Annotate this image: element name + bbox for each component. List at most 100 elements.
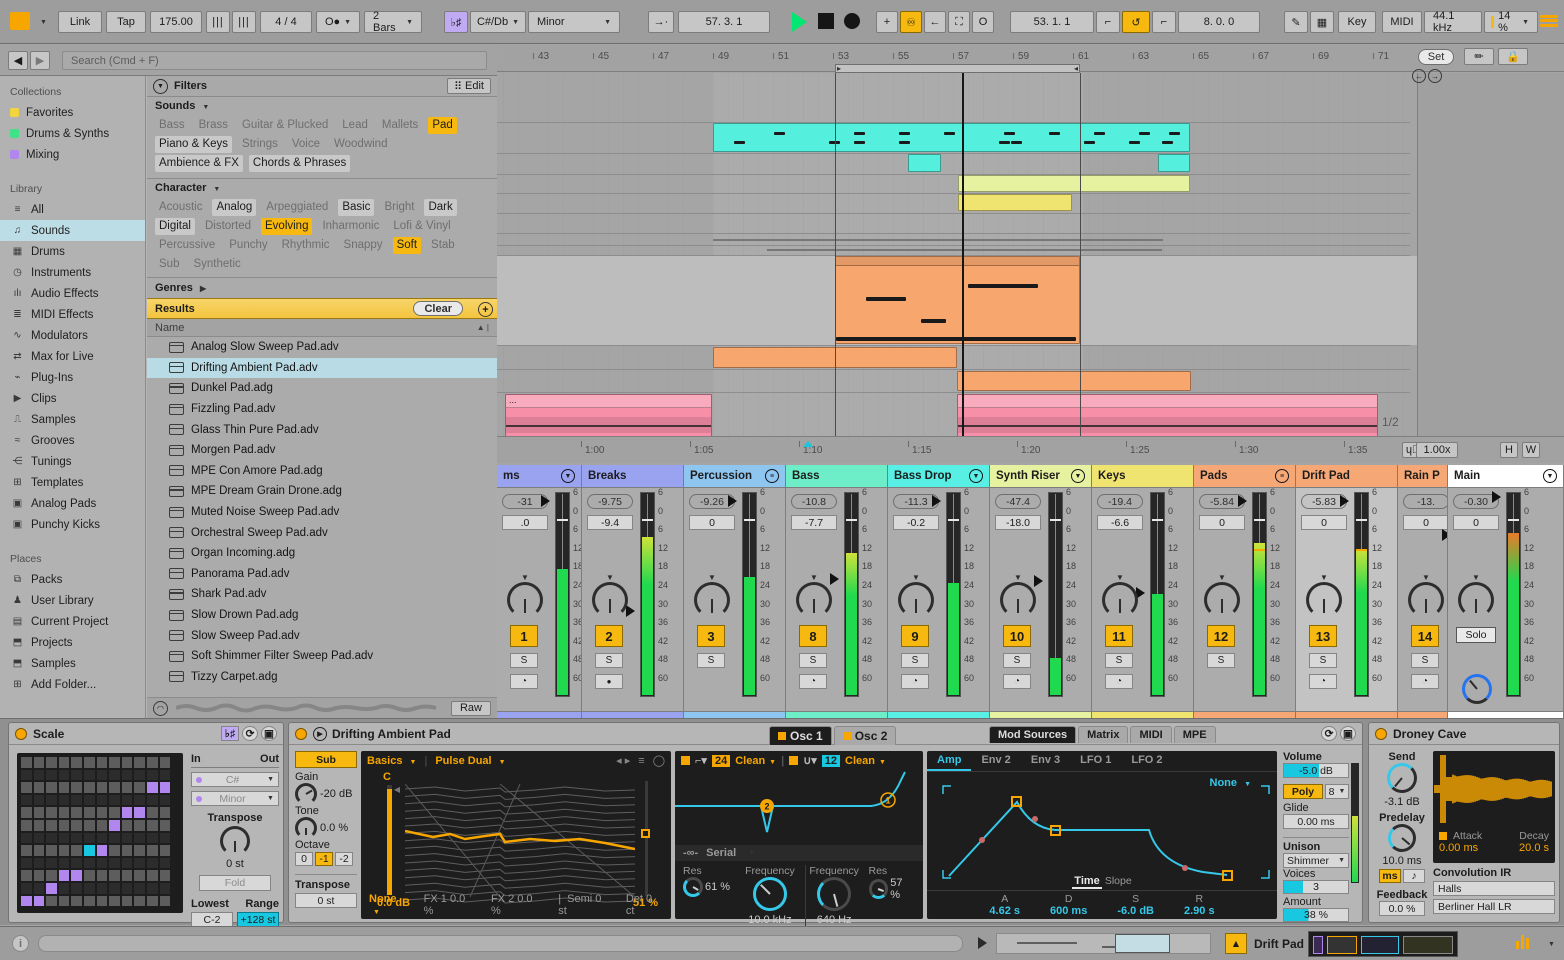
scale-grid-cell-active[interactable] (58, 870, 70, 881)
scale-fold-button[interactable]: Fold (199, 875, 271, 891)
character-filter-tag[interactable]: Punchy (225, 237, 271, 254)
device-chain-minimap[interactable] (1308, 931, 1458, 957)
scale-grid-cell[interactable] (121, 845, 133, 856)
filter2-on-toggle[interactable] (789, 756, 799, 765)
track-number-button[interactable]: 9 (901, 625, 929, 647)
channel-header[interactable]: Rain P (1398, 465, 1447, 488)
sounds-filter-tag[interactable]: Lead (338, 117, 372, 134)
scale-grid-cell-active[interactable] (33, 895, 45, 907)
channel-fold-icon[interactable]: ▼ (561, 469, 575, 483)
filter2-freq-knob[interactable] (817, 877, 852, 911)
channel-fader-value[interactable]: 0 (1199, 515, 1245, 530)
wt-fx2-value[interactable]: FX 2 0.0 % (491, 893, 544, 917)
character-filter-tag[interactable]: Sub (155, 256, 183, 273)
adsr-param-value[interactable]: 600 ms (1050, 905, 1087, 917)
channel-meter[interactable] (1048, 492, 1063, 697)
midi-map-button[interactable]: MIDI (1382, 11, 1422, 33)
mixer-channel-percussion[interactable]: Percussion ≡ -9.26 0 6 0 6 12 18 24 30 36 42 48 60 ▼ 3 S (684, 465, 786, 718)
mixer-channel-rain-p[interactable]: Rain P-13.06061218243036424860▼14S◔ (1398, 465, 1448, 718)
adsr-param-value[interactable]: 4.62 s (989, 905, 1020, 917)
browser-result-item[interactable]: MPE Con Amore Pad.adg (147, 461, 497, 482)
scale-grid-cell[interactable] (134, 794, 145, 806)
gain-value[interactable]: -20 dB (320, 788, 352, 800)
browser-result-item[interactable]: Shark Pad.adv (147, 584, 497, 605)
sounds-filter-tag[interactable]: Mallets (378, 117, 422, 134)
predelay-sync-button[interactable]: ♪ (1403, 869, 1425, 883)
scale-grid-cell[interactable] (21, 794, 32, 806)
scale-grid-cell[interactable] (71, 883, 82, 894)
track-number-button[interactable]: 12 (1207, 625, 1235, 647)
browser-result-item[interactable]: MPE Dream Grain Drone.adg (147, 481, 497, 502)
channel-meter[interactable] (1354, 492, 1369, 697)
scale-grid-cell[interactable] (84, 807, 95, 818)
scale-grid-cell[interactable] (159, 845, 171, 856)
wt-circle-icon[interactable]: ◯ (653, 754, 665, 767)
sidebar-place-current-project[interactable]: ▤ Current Project (0, 611, 145, 632)
scale-grid-cell[interactable] (109, 807, 120, 818)
arrangement-clip[interactable]: ... (505, 394, 712, 440)
scale-grid-cell[interactable] (147, 895, 158, 907)
tab-osc1[interactable]: Osc 1 (769, 726, 832, 745)
genres-filter-heading[interactable]: Genres ▶ (147, 277, 497, 298)
scale-grid-cell[interactable] (121, 857, 133, 869)
scale-grid-cell[interactable] (147, 807, 158, 818)
channel-meter[interactable] (946, 492, 961, 697)
scale-grid-cell[interactable] (84, 794, 95, 806)
fader-handle[interactable] (626, 605, 635, 617)
scale-grid[interactable] (17, 753, 183, 913)
scale-transpose-knob[interactable] (220, 826, 250, 856)
scale-grid-cell-active[interactable] (21, 895, 32, 907)
sidebar-item-analog-pads[interactable]: ▣ Analog Pads (0, 493, 145, 514)
env-tab-env-[interactable]: Env 2 (971, 751, 1020, 771)
time-ruler[interactable]: ɥ⃒ 1.00x H W 1:00 1:05 1:10 1:15 1:20 1:25 1:3… (497, 436, 1564, 463)
pan-knob[interactable] (1408, 582, 1444, 618)
scale-grid-cell[interactable] (21, 870, 32, 881)
env-mod-target-menu[interactable]: None ▼ (1210, 777, 1252, 789)
scale-grid-cell[interactable] (96, 782, 108, 793)
device-tab-mpe[interactable]: MPE (1173, 726, 1216, 743)
device-tab-midi[interactable]: MIDI (1130, 726, 1172, 743)
menu-hamburger-icon[interactable] (1540, 13, 1558, 29)
gain-knob[interactable] (295, 783, 317, 805)
sidebar-item-sounds[interactable]: ♫ Sounds (0, 220, 145, 241)
adsr-param-value[interactable]: 2.90 s (1184, 905, 1215, 917)
scale-grid-cell[interactable] (84, 757, 95, 768)
osc-transpose-value[interactable]: 0 st (295, 893, 357, 908)
tempo-field[interactable]: 175.00 (150, 11, 202, 33)
nudge-down-button[interactable]: ||| (206, 11, 230, 33)
scale-grid-cell[interactable] (46, 870, 57, 881)
browser-result-item[interactable]: Morgen Pad.adv (147, 440, 497, 461)
scale-grid-cell-active[interactable] (109, 820, 120, 831)
width-zoom-button[interactable]: W (1522, 442, 1540, 458)
channel-header[interactable]: Keys (1092, 465, 1193, 488)
logo-caret-icon[interactable]: ▼ (40, 19, 47, 26)
scale-grid-cell[interactable] (96, 870, 108, 881)
height-zoom-button[interactable]: H (1500, 442, 1518, 458)
scale-grid-cell[interactable] (21, 820, 32, 831)
wt-effect-mode-menu[interactable]: None ▼ (369, 893, 410, 917)
solo-button[interactable]: S (1309, 653, 1337, 668)
channel-header[interactable]: Main ▼ (1448, 465, 1563, 488)
scale-grid-cell[interactable] (71, 895, 82, 907)
channel-meter[interactable] (742, 492, 757, 697)
pan-knob[interactable] (1204, 582, 1240, 618)
sounds-filter-tag[interactable]: Voice (288, 136, 324, 153)
fader-handle[interactable] (1238, 495, 1247, 507)
scale-grid-cell[interactable] (21, 782, 32, 793)
browser-result-item[interactable]: Glass Thin Pure Pad.adv (147, 419, 497, 440)
octave-button-0[interactable]: 0 (295, 852, 313, 866)
monitor-button[interactable]: ◔ (1105, 674, 1133, 689)
filter2-slope-badge[interactable]: 12 (821, 754, 841, 767)
arrangement-grid[interactable]: ... (497, 73, 1417, 463)
fader-handle[interactable] (830, 573, 839, 585)
channel-fader-value[interactable]: 0 (1301, 515, 1347, 530)
mixer-channel-main[interactable]: Main ▼ -0.30 0 6 0 6 12 18 24 30 36 42 48 60 ▼ Solo (1448, 465, 1564, 718)
character-filter-tag[interactable]: Synthetic (189, 256, 244, 273)
arrangement-clip[interactable] (835, 256, 1080, 344)
channel-meter[interactable] (1252, 492, 1267, 697)
save-preset-icon[interactable]: ▣ (261, 726, 277, 741)
channel-header[interactable]: Drift Pad (1296, 465, 1397, 488)
scale-grid-cell[interactable] (71, 757, 82, 768)
scale-grid-cell[interactable] (121, 782, 133, 793)
mixer-channel-bass[interactable]: Bass -10.8 -7.7 6 0 6 12 18 24 30 36 42 48 60 ▼ 8 S ◔ (786, 465, 888, 718)
